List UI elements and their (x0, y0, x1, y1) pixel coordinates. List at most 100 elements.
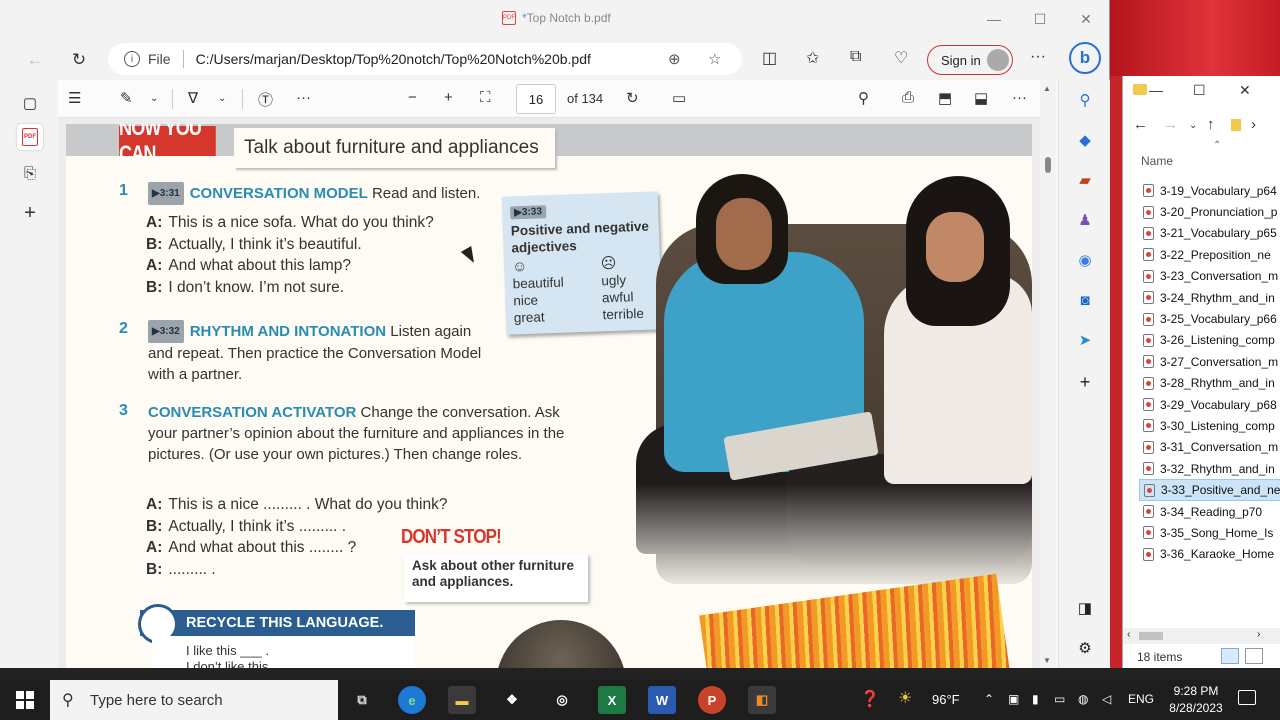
back-button[interactable]: ← (22, 47, 48, 73)
file-list-item[interactable]: 3-36_Karaoke_Home (1139, 544, 1280, 565)
weather-temperature[interactable]: 96°F (932, 692, 960, 707)
file-list-item[interactable]: 3-25_Vocabulary_p66 (1139, 308, 1280, 329)
highlight-chevron-down-icon[interactable]: ⌄ (150, 93, 158, 104)
scroll-down-icon[interactable]: ▼ (1043, 656, 1051, 665)
windows-start-icon[interactable] (16, 691, 34, 709)
file-list-item[interactable]: 3-31_Conversation_m (1139, 437, 1280, 458)
search-icon[interactable]: ⚲ (858, 89, 869, 107)
file-list-item[interactable]: 3-29_Vocabulary_p68 (1139, 394, 1280, 415)
battery-icon[interactable]: ▭ (1054, 692, 1065, 706)
dropbox-icon[interactable]: ❖ (498, 686, 526, 714)
file-list-item[interactable]: 3-23_Conversation_m (1139, 266, 1280, 287)
tiles-view-icon[interactable] (1245, 648, 1263, 664)
file-list-item[interactable]: 3-22_Preposition_ne (1139, 244, 1280, 265)
file-list-item[interactable]: 3-21_Vocabulary_p65 (1139, 223, 1280, 244)
split-screen-icon[interactable]: ◫ (762, 48, 777, 68)
draw-chevron-down-icon[interactable]: ⌄ (218, 93, 226, 104)
tools-briefcase-icon[interactable]: ▰ (1073, 168, 1097, 192)
scrollbar-thumb[interactable] (1139, 632, 1163, 640)
up-icon[interactable]: ↑ (1207, 116, 1215, 133)
microphone-icon[interactable]: ▮ (1032, 692, 1039, 706)
recent-chevron-down-icon[interactable]: ⌄ (1189, 120, 1197, 131)
scroll-left-icon[interactable]: ‹ (1127, 629, 1130, 640)
pdf-scrollbar[interactable]: ▲ ▼ (1040, 80, 1056, 668)
sign-in-button[interactable]: Sign in (927, 45, 1013, 75)
volume-icon[interactable]: ◁ (1102, 692, 1111, 706)
search-icon[interactable]: ⚲ (1073, 88, 1097, 112)
weather-icon[interactable]: ☀ (898, 688, 912, 708)
bing-copilot-icon[interactable]: b (1069, 42, 1101, 74)
pdf-viewport[interactable]: NOW YOU CAN Talk about furniture and app… (58, 118, 1040, 668)
show-hidden-icons-chevron-icon[interactable]: ⌃ (984, 692, 994, 706)
file-list-item[interactable]: 3-32_Rhythm_and_in (1139, 458, 1280, 479)
file-list-item[interactable]: 3-19_Vocabulary_p64 (1139, 180, 1280, 201)
save-as-icon[interactable]: ⬓ (974, 89, 988, 107)
collections-icon[interactable]: ⧉ (850, 48, 861, 66)
url-text[interactable]: C:/Users/marjan/Desktop/Top%20notch/Top%… (196, 51, 591, 67)
minimize-button[interactable]: — (1149, 82, 1163, 98)
highlight-icon[interactable]: ✎ (120, 89, 133, 107)
scroll-right-icon[interactable]: › (1257, 629, 1260, 640)
microsoft-365-icon[interactable]: ◉ (1073, 248, 1097, 272)
refresh-button[interactable]: ↻ (66, 47, 92, 73)
file-list-item[interactable]: 3-24_Rhythm_and_in (1139, 287, 1280, 308)
page-number-input[interactable]: 16 (516, 84, 556, 114)
maximize-button[interactable]: ☐ (1017, 0, 1063, 38)
minimize-button[interactable]: — (971, 0, 1017, 38)
name-column-header[interactable]: Name (1141, 154, 1173, 168)
powerpoint-icon[interactable]: P (698, 686, 726, 714)
file-explorer-app-icon[interactable]: ▬ (448, 686, 476, 714)
help-icon[interactable]: ❓ (860, 689, 880, 709)
games-icon[interactable]: ♟ (1073, 208, 1097, 232)
address-bar[interactable]: i File C:/Users/marjan/Desktop/Top%20not… (108, 43, 742, 75)
tab-pdf-document[interactable]: PDF (17, 124, 43, 150)
add-sidebar-item-icon[interactable]: + (1073, 370, 1097, 394)
info-icon[interactable]: i (124, 51, 140, 67)
tab-secondary-document[interactable]: ⎘ (17, 160, 43, 186)
network-icon[interactable]: ◍ (1078, 692, 1088, 706)
browser-essentials-icon[interactable]: ♡ (894, 48, 908, 68)
outlook-icon[interactable]: ◙ (1073, 288, 1097, 312)
close-button[interactable]: ✕ (1239, 82, 1251, 99)
word-icon[interactable]: W (648, 686, 676, 714)
sort-chevron-up-icon[interactable]: ⌃ (1213, 140, 1221, 151)
office-app-icon[interactable]: ◧ (748, 686, 776, 714)
tab-actions-icon[interactable]: ▢ (17, 90, 43, 116)
favorite-star-icon[interactable]: ☆ (708, 50, 721, 68)
forward-icon[interactable]: → (1163, 116, 1178, 133)
more-tools-icon[interactable]: ··· (296, 89, 311, 106)
send-icon[interactable]: ➤ (1073, 328, 1097, 352)
back-icon[interactable]: ← (1133, 116, 1148, 133)
clock[interactable]: 9:28 PM 8/28/2023 (1160, 683, 1232, 717)
save-icon[interactable]: ⬒ (938, 89, 952, 107)
excel-icon[interactable]: X (598, 686, 626, 714)
file-list-item[interactable]: 3-28_Rhythm_and_in (1139, 373, 1280, 394)
zoom-icon[interactable]: ⊕ (668, 50, 681, 68)
maximize-button[interactable]: ☐ (1193, 82, 1206, 99)
more-options-icon[interactable]: ··· (1012, 89, 1027, 106)
notifications-icon[interactable] (1238, 690, 1256, 705)
more-options-icon[interactable]: ··· (1030, 48, 1046, 66)
taskbar-search[interactable]: ⚲ Type here to search (50, 680, 338, 720)
file-list-item[interactable]: 3-20_Pronunciation_p (1139, 201, 1280, 222)
file-list-item[interactable]: 3-34_Reading_p70 (1139, 501, 1280, 522)
file-list-item[interactable]: 3-33_Positive_and_ne (1139, 479, 1280, 501)
horizontal-scrollbar[interactable]: ‹ › (1123, 628, 1280, 644)
draw-icon[interactable]: ∇ (188, 89, 198, 107)
shopping-tag-icon[interactable]: ◆ (1073, 128, 1097, 152)
scroll-up-icon[interactable]: ▲ (1043, 84, 1051, 93)
fit-page-icon[interactable]: ⛶ (480, 89, 491, 106)
rotate-icon[interactable]: ↻ (626, 89, 639, 107)
hide-sidebar-icon[interactable]: ◨ (1073, 596, 1097, 620)
text-icon[interactable]: Ⓣ (258, 89, 273, 110)
details-view-icon[interactable] (1221, 648, 1239, 664)
close-button[interactable]: ✕ (1063, 0, 1109, 38)
file-list-item[interactable]: 3-27_Conversation_m (1139, 351, 1280, 372)
meet-now-icon[interactable]: ▣ (1008, 692, 1019, 706)
new-tab-icon[interactable]: + (17, 200, 43, 226)
scrollbar-thumb[interactable] (1045, 157, 1051, 173)
task-view-icon[interactable]: ⧉ (348, 686, 376, 714)
print-icon[interactable]: ⎙ (902, 89, 914, 106)
page-view-icon[interactable]: ▭ (672, 89, 686, 107)
settings-gear-icon[interactable]: ⚙ (1073, 636, 1097, 660)
